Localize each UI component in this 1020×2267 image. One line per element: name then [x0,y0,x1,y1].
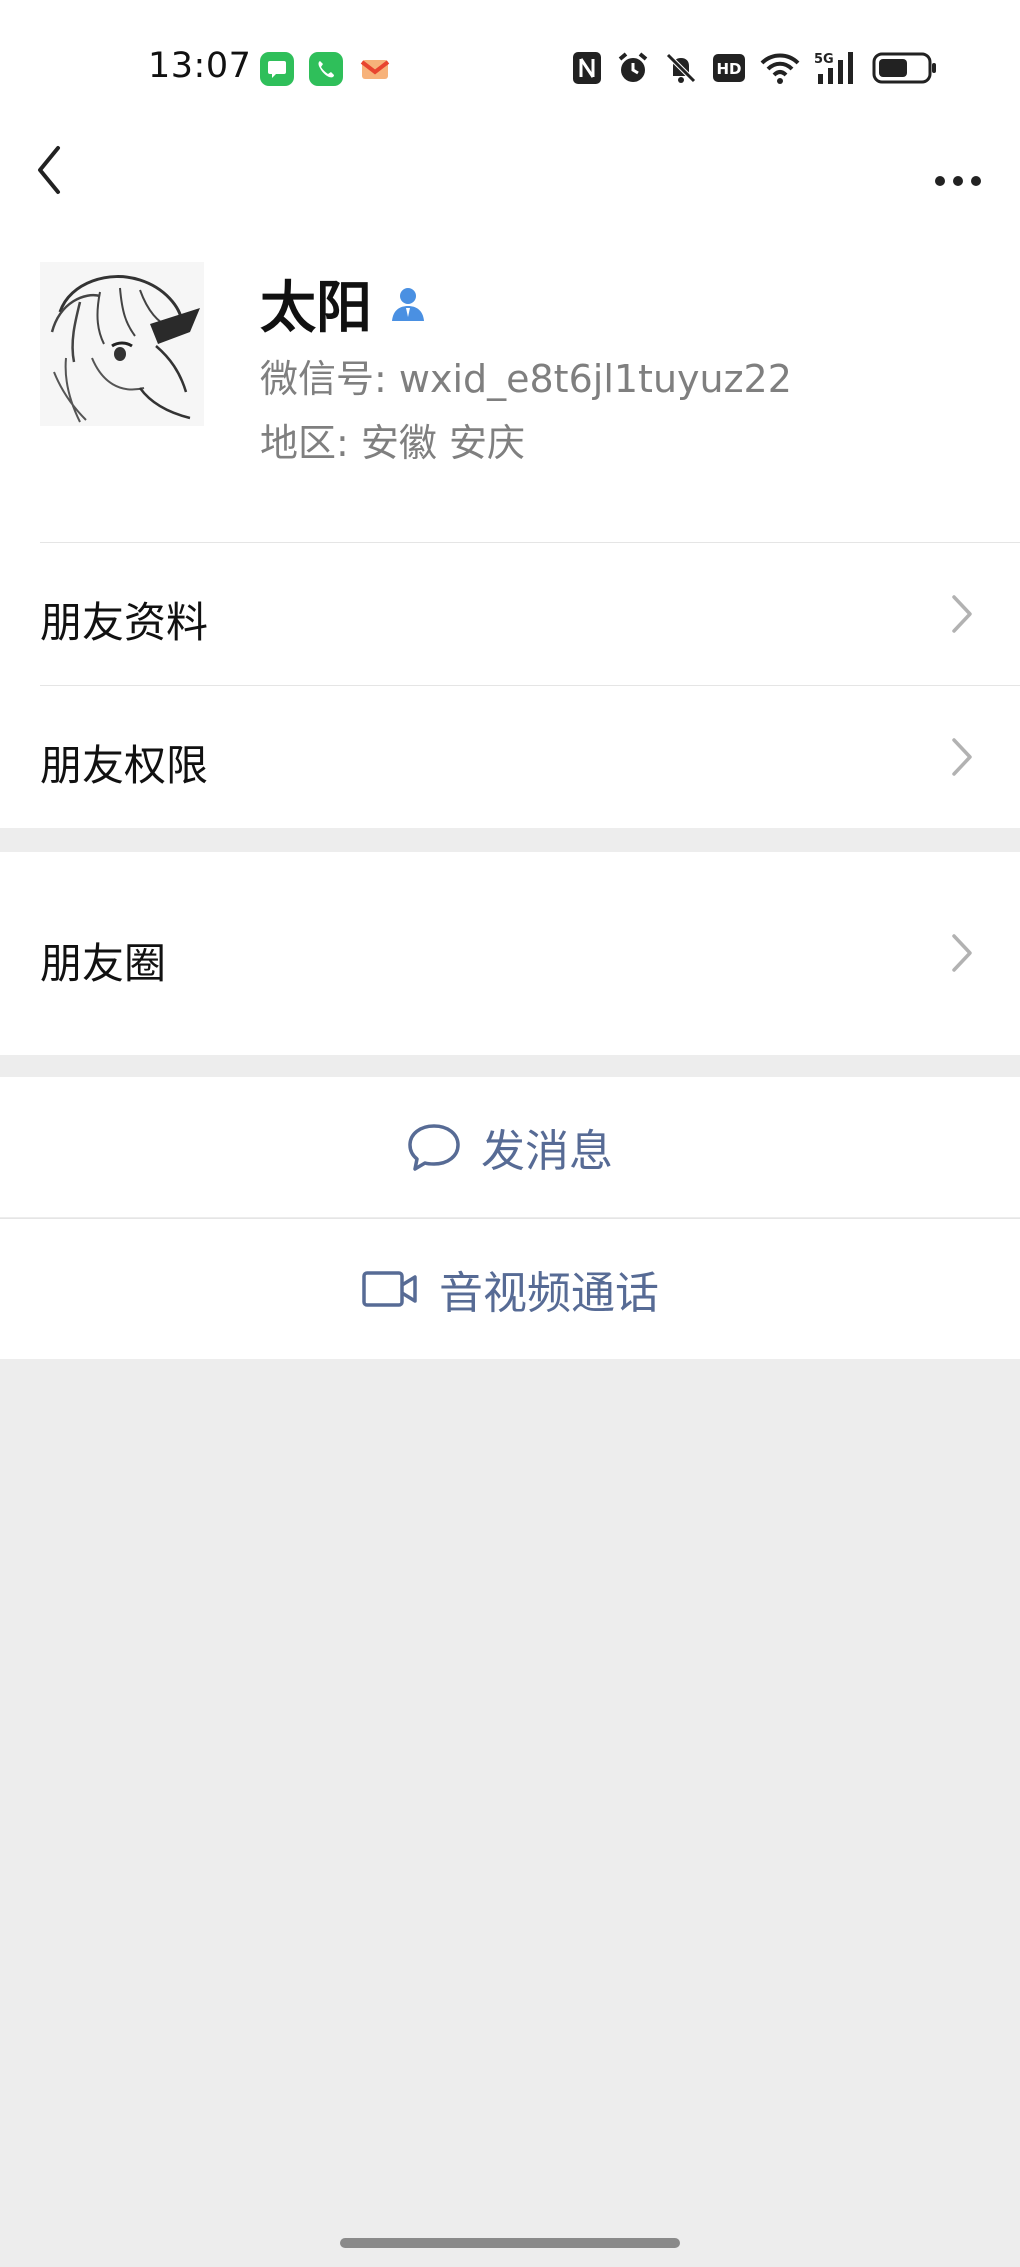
friend-info-label: 朋友资料 [40,598,209,647]
chevron-right-icon [952,595,972,633]
contact-profile-screen: 13:07 HD 5G 太阳 微信号: wxid_e8t6jl1tuyuz22 … [0,0,1020,2267]
profile-card: 太阳 微信号: wxid_e8t6jl1tuyuz22 地区: 安徽 安庆 [0,230,1020,543]
friend-permissions-cell[interactable]: 朋友权限 [0,686,1020,828]
mail-icon [358,52,392,86]
chat-bubble-icon [408,1124,460,1171]
contact-person-icon [392,288,424,321]
signal-5g-icon: 5G [814,50,858,86]
battery-icon [872,51,938,85]
wifi-icon [760,51,800,85]
name-row: 太阳 [260,268,428,341]
status-bar: 13:07 HD 5G [0,0,1020,130]
phone-icon [309,52,343,86]
moments-label: 朋友圈 [40,939,167,988]
chevron-right-icon [952,934,972,972]
avatar[interactable] [40,262,204,426]
alarm-icon [616,51,650,85]
status-time: 13:07 [148,46,252,86]
friend-info-cell[interactable]: 朋友资料 [0,543,1020,686]
friend-permissions-label: 朋友权限 [40,741,209,790]
home-indicator[interactable] [340,2238,680,2248]
contact-name: 太阳 [260,275,372,341]
avatar-sketch-image [40,262,204,426]
nfc-icon [572,51,602,85]
messages-icon [260,52,294,86]
back-button[interactable] [28,136,88,206]
chevron-left-icon [38,146,60,194]
video-call-label: 音视频通话 [439,1268,659,1319]
system-icons: HD 5G [572,48,938,88]
chevron-right-icon [952,738,972,776]
wechat-id: 微信号: wxid_e8t6jl1tuyuz22 [260,357,792,401]
region: 地区: 安徽 安庆 [260,421,525,465]
top-nav [0,130,1020,230]
video-call-button[interactable]: 音视频通话 [0,1219,1020,1359]
hd-icon: HD [712,53,746,83]
more-dots-icon [935,176,981,186]
mute-icon [664,51,698,85]
more-button[interactable] [930,148,990,198]
send-message-label: 发消息 [481,1126,613,1177]
video-camera-icon [362,1271,417,1307]
moments-cell[interactable]: 朋友圈 [0,852,1020,1055]
send-message-button[interactable]: 发消息 [0,1077,1020,1217]
network-label: 5G [814,52,834,67]
hd-label: HD [716,60,741,78]
